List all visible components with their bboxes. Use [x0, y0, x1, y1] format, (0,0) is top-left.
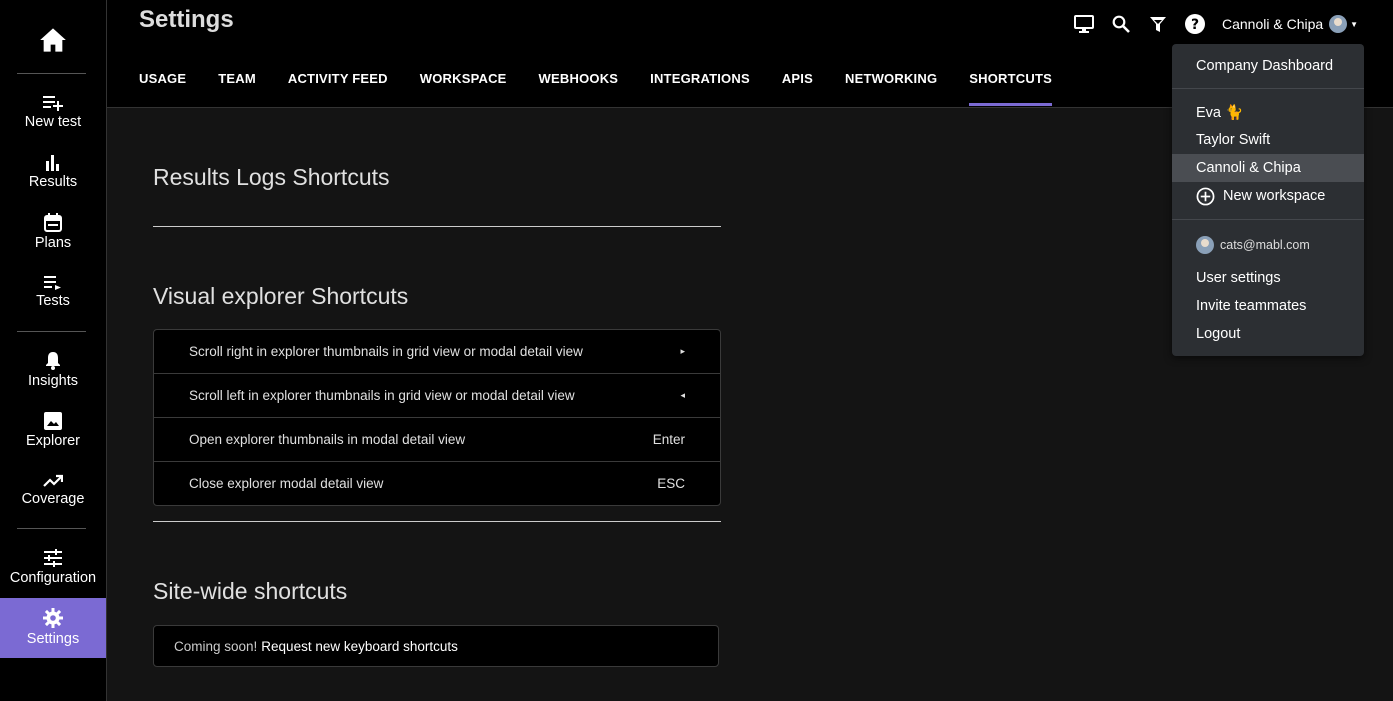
- sidebar-item-label: Settings: [26, 631, 80, 647]
- monitor-icon: [1074, 15, 1094, 33]
- header-actions: ? Cannoli & Chipa ▼: [1072, 12, 1358, 36]
- shortcut-key: ESC: [657, 476, 685, 491]
- trending-up-icon: [43, 474, 63, 487]
- playlist-add-icon: [43, 96, 63, 111]
- menu-item-new-workspace[interactable]: New workspace: [1172, 182, 1364, 210]
- calendar-icon: [44, 213, 62, 232]
- tab-bar: USAGE TEAM ACTIVITY FEED WORKSPACE WEBHO…: [139, 68, 1084, 106]
- tune-icon: [44, 549, 62, 567]
- coming-soon-box: Coming soon! Request new keyboard shortc…: [153, 625, 719, 667]
- sidebar: New test Results Plans Tests Insights Ex…: [0, 0, 107, 701]
- monitor-button[interactable]: [1072, 12, 1096, 36]
- search-icon: [1112, 15, 1130, 33]
- sidebar-item-label: Configuration: [9, 570, 97, 586]
- shortcut-description: Scroll right in explorer thumbnails in g…: [189, 344, 583, 359]
- help-icon: ?: [1185, 14, 1205, 34]
- sidebar-item-insights[interactable]: Insights: [0, 351, 106, 409]
- sidebar-item-label: Explorer: [26, 433, 80, 449]
- sidebar-divider: [17, 73, 86, 74]
- tab-networking[interactable]: NETWORKING: [845, 68, 937, 106]
- sidebar-item-plans[interactable]: Plans: [0, 213, 106, 271]
- tab-activity-feed[interactable]: ACTIVITY FEED: [288, 68, 388, 106]
- avatar: [1329, 15, 1348, 33]
- section-divider: [153, 521, 721, 522]
- bar-chart-icon: [46, 155, 59, 171]
- menu-item-account: cats@mabl.com: [1172, 231, 1364, 259]
- search-button[interactable]: [1109, 12, 1133, 36]
- sidebar-item-label: Insights: [28, 373, 78, 389]
- results-logs-title: Results Logs Shortcuts: [153, 164, 390, 190]
- avatar: [1196, 236, 1214, 254]
- sidebar-divider: [17, 331, 86, 332]
- page-title: Settings: [139, 6, 234, 33]
- tab-workspace[interactable]: WORKSPACE: [420, 68, 507, 106]
- sidebar-item-tests[interactable]: Tests: [0, 276, 106, 334]
- table-row: Close explorer modal detail view ESC: [154, 462, 720, 505]
- sidebar-item-coverage[interactable]: Coverage: [0, 474, 106, 532]
- caret-left-icon: ◂: [680, 390, 685, 400]
- tab-shortcuts[interactable]: SHORTCUTS: [969, 68, 1052, 106]
- visual-explorer-shortcuts-table: Scroll right in explorer thumbnails in g…: [153, 329, 721, 506]
- sidebar-item-new-test[interactable]: New test: [0, 95, 106, 153]
- user-menu-button[interactable]: Cannoli & Chipa ▼: [1222, 15, 1358, 33]
- menu-item-logout[interactable]: Logout: [1172, 320, 1364, 348]
- section-divider: [153, 226, 721, 227]
- menu-item-workspace-cannoli-chipa[interactable]: Cannoli & Chipa: [1172, 154, 1364, 182]
- tab-usage[interactable]: USAGE: [139, 68, 186, 106]
- shortcut-key: Enter: [652, 432, 685, 447]
- image-icon: [44, 412, 62, 430]
- sidebar-item-results[interactable]: Results: [0, 155, 106, 213]
- shortcut-description: Close explorer modal detail view: [189, 476, 384, 491]
- menu-divider: [1172, 88, 1364, 89]
- menu-item-label: New workspace: [1223, 188, 1326, 204]
- playlist-play-icon: [44, 276, 61, 290]
- add-circle-icon: [1196, 187, 1215, 205]
- site-wide-title: Site-wide shortcuts: [153, 578, 348, 604]
- sidebar-item-label: Tests: [36, 293, 70, 309]
- user-email: cats@mabl.com: [1220, 238, 1310, 252]
- sidebar-item-label: Plans: [34, 235, 72, 251]
- coming-soon-text: Coming soon!: [174, 638, 258, 654]
- sidebar-item-label: Coverage: [21, 491, 85, 507]
- help-button[interactable]: ?: [1183, 12, 1207, 36]
- caret-right-icon: ▸: [680, 346, 685, 356]
- request-shortcuts-link[interactable]: Request new keyboard shortcuts: [261, 639, 458, 654]
- gear-icon: [43, 608, 63, 628]
- shortcut-description: Open explorer thumbnails in modal detail…: [189, 432, 466, 447]
- menu-item-workspace-taylor-swift[interactable]: Taylor Swift: [1172, 126, 1364, 154]
- table-row: Scroll left in explorer thumbnails in gr…: [154, 374, 720, 418]
- sidebar-item-label: New test: [24, 114, 82, 130]
- tab-apis[interactable]: APIS: [782, 68, 813, 106]
- home-icon: [40, 28, 66, 52]
- filter-button[interactable]: [1146, 12, 1170, 36]
- menu-item-workspace-eva[interactable]: Eva 🐈: [1172, 98, 1364, 126]
- tab-team[interactable]: TEAM: [218, 68, 256, 106]
- filter-icon: [1150, 16, 1166, 32]
- menu-divider: [1172, 219, 1364, 220]
- sidebar-item-settings[interactable]: Settings: [0, 598, 106, 658]
- sidebar-item-explorer[interactable]: Explorer: [0, 412, 106, 470]
- bell-icon: [46, 352, 60, 370]
- sidebar-item-label: Results: [28, 174, 78, 190]
- svg-text:?: ?: [1191, 17, 1199, 33]
- workspace-name: Cannoli & Chipa: [1222, 16, 1324, 32]
- table-row: Scroll right in explorer thumbnails in g…: [154, 330, 720, 374]
- shortcut-description: Scroll left in explorer thumbnails in gr…: [189, 388, 575, 403]
- chevron-down-icon: ▼: [1350, 19, 1359, 29]
- visual-explorer-title: Visual explorer Shortcuts: [153, 283, 409, 309]
- home-button[interactable]: [0, 20, 106, 60]
- menu-item-invite-teammates[interactable]: Invite teammates: [1172, 292, 1364, 320]
- table-row: Open explorer thumbnails in modal detail…: [154, 418, 720, 462]
- tab-webhooks[interactable]: WEBHOOKS: [539, 68, 619, 106]
- menu-item-user-settings[interactable]: User settings: [1172, 264, 1364, 292]
- user-dropdown-menu: Company Dashboard Eva 🐈 Taylor Swift Can…: [1172, 44, 1364, 356]
- menu-item-company-dashboard[interactable]: Company Dashboard: [1172, 52, 1364, 80]
- tab-integrations[interactable]: INTEGRATIONS: [650, 68, 750, 106]
- sidebar-divider: [17, 528, 86, 529]
